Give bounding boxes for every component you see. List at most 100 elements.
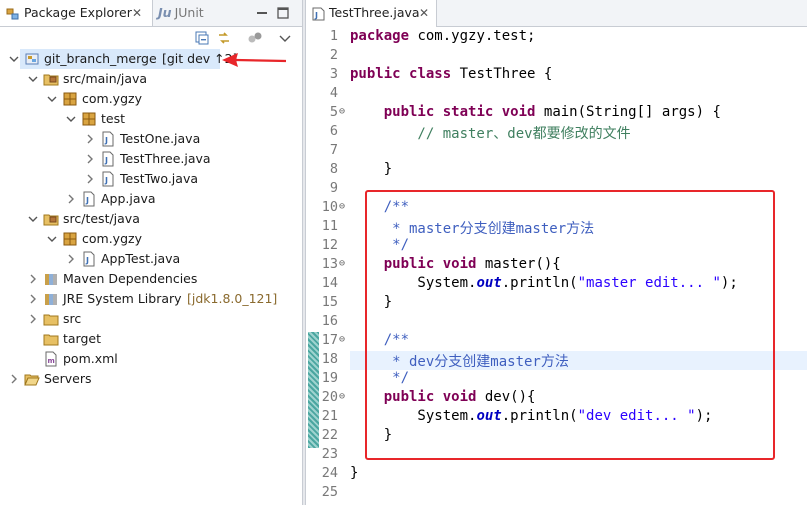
code-token: }: [350, 161, 393, 177]
chevron-down-icon[interactable]: [46, 229, 58, 256]
code-token: void: [501, 104, 536, 120]
git-project-icon: [24, 51, 40, 67]
tree-item-label: TestTwo.java: [120, 171, 198, 186]
code-token: class: [409, 66, 452, 82]
svg-text:J: J: [104, 176, 108, 185]
code-token: com.ygzy.test;: [409, 28, 536, 44]
java-file-icon: J: [100, 151, 116, 167]
annotation-highlight-box: [365, 190, 775, 460]
line-number: 5: [329, 104, 338, 120]
editor-tabbar: J TestThree.java ✕: [306, 0, 807, 27]
java-file-icon: J: [312, 7, 325, 20]
code-token: public: [383, 104, 435, 120]
tab-label: TestThree.java: [329, 5, 420, 20]
code-token: public: [350, 66, 401, 82]
svg-text:J: J: [85, 196, 89, 205]
package-explorer-panel: Package Explorer ✕ Ju JUnit git_branch_me…: [0, 0, 302, 505]
tab-label: Package Explorer: [24, 5, 132, 20]
line-number: 4: [329, 85, 338, 101]
close-icon[interactable]: ✕: [419, 6, 429, 20]
view-toolbar: [0, 27, 302, 49]
project-tree: git_branch_merge [git dev ↑2] src/main/jav…: [0, 48, 302, 398]
tree-item[interactable]: git_branch_merge [git dev ↑2]: [9, 49, 237, 69]
code-token: TestThree {: [451, 66, 553, 82]
view-menu-icon[interactable]: [277, 30, 293, 46]
xml-file-icon: m: [43, 351, 59, 367]
code-token: }: [350, 465, 359, 481]
java-file-icon: J: [100, 171, 116, 187]
fold-toggle-icon[interactable]: ⊖: [339, 334, 345, 345]
code-line[interactable]: // master、dev都要修改的文件: [350, 123, 631, 143]
tree-item-label: com.ygzy: [82, 91, 142, 106]
minimize-icon[interactable]: [254, 5, 270, 21]
line-number: 23: [321, 446, 338, 462]
svg-text:J: J: [104, 136, 108, 145]
source-folder-icon: [43, 211, 59, 227]
source-folder-icon: [43, 71, 59, 87]
line-number: 18: [321, 351, 338, 367]
package-explorer-tabbar: Package Explorer ✕ Ju JUnit: [0, 0, 302, 27]
junit-icon: Ju: [158, 5, 172, 20]
chevron-right-icon[interactable]: [8, 369, 20, 396]
tree-item-label: target: [63, 331, 102, 346]
tree-item-label: src: [63, 311, 82, 326]
editor-tab-testthree[interactable]: J TestThree.java ✕: [306, 0, 437, 27]
fold-toggle-icon[interactable]: ⊖: [339, 201, 345, 212]
tree-item-label: Servers: [44, 371, 92, 386]
code-token: static: [442, 104, 494, 120]
code-line[interactable]: public class TestThree {: [350, 66, 552, 82]
tree-item-label: JRE System Library: [63, 291, 182, 306]
line-number: 13: [321, 256, 338, 272]
folder-icon: [43, 331, 59, 347]
tab-package-explorer[interactable]: Package Explorer ✕: [0, 0, 153, 26]
line-number: 19: [321, 370, 338, 386]
line-number: 11: [321, 218, 338, 234]
line-number: 25: [321, 484, 338, 500]
library-icon: [43, 271, 59, 287]
fold-toggle-icon[interactable]: ⊖: [339, 258, 345, 269]
line-number: 12: [321, 237, 338, 253]
annotation-arrow: [222, 53, 287, 67]
code-line[interactable]: public static void main(String[] args) {: [350, 104, 721, 120]
line-number: 2: [329, 47, 338, 63]
line-number: 3: [329, 66, 338, 82]
svg-text:J: J: [314, 11, 318, 20]
chevron-right-icon[interactable]: [27, 309, 39, 336]
tree-item-label: test: [101, 111, 126, 126]
tree-item-label: pom.xml: [63, 351, 118, 366]
code-token: main(String[] args) {: [535, 104, 721, 120]
svg-text:J: J: [104, 156, 108, 165]
java-file-icon: J: [81, 191, 97, 207]
line-number: 15: [321, 294, 338, 310]
tab-junit[interactable]: Ju JUnit: [158, 0, 204, 26]
collapse-all-icon[interactable]: [194, 30, 210, 46]
chevron-down-icon[interactable]: [8, 49, 20, 76]
chevron-down-icon[interactable]: [27, 69, 39, 96]
chevron-down-icon[interactable]: [27, 209, 39, 236]
code-line[interactable]: }: [350, 465, 358, 481]
fold-toggle-icon[interactable]: ⊖: [339, 106, 345, 117]
package-icon: [81, 111, 97, 127]
fold-toggle-icon[interactable]: ⊖: [339, 391, 345, 402]
line-number: 9: [329, 180, 338, 196]
link-with-editor-icon[interactable]: [216, 30, 232, 46]
editor-panel: J TestThree.java ✕ 1 package com.ygzy.test…: [306, 0, 807, 505]
folder-open-icon: [24, 371, 40, 387]
tree-item-label: src/main/java: [63, 71, 148, 86]
close-icon[interactable]: ✕: [132, 6, 142, 20]
code-token: // master、dev都要修改的文件: [350, 126, 631, 142]
code-line[interactable]: package com.ygzy.test;: [350, 28, 535, 44]
focus-icon[interactable]: [247, 30, 263, 46]
code-line[interactable]: }: [350, 161, 392, 177]
line-number: 21: [321, 408, 338, 424]
maximize-icon[interactable]: [275, 5, 291, 21]
line-number: 1: [329, 28, 338, 44]
svg-text:m: m: [48, 357, 55, 365]
chevron-down-icon[interactable]: [65, 109, 77, 136]
tree-item-decoration: [jdk1.8.0_121]: [187, 291, 278, 306]
chevron-down-icon[interactable]: [46, 89, 58, 116]
line-number: 17: [321, 332, 338, 348]
